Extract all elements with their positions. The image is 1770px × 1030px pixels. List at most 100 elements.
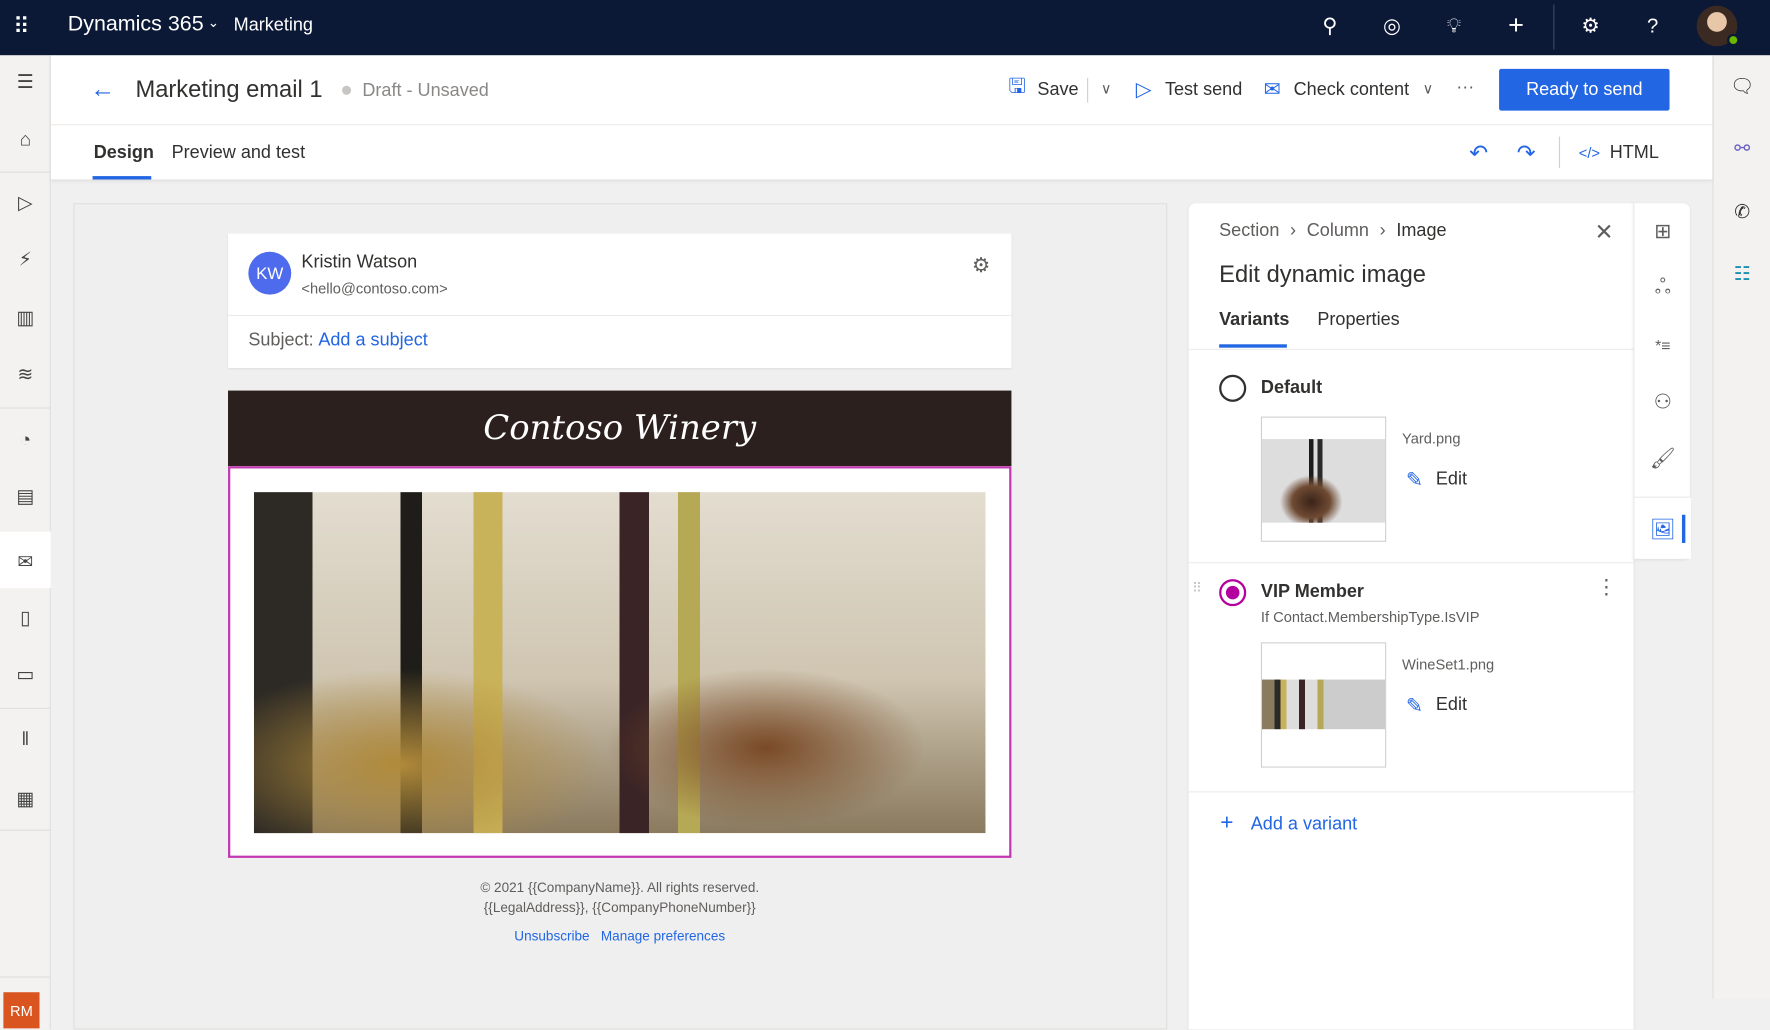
variant-default-radio[interactable] xyxy=(1219,374,1247,402)
save-icon[interactable]: 🖫︎ xyxy=(1005,75,1030,103)
top-bar: ⠿ Dynamics 365 ⌄ Marketing ⚲ ◎ 💡︎ + ⚙ ? xyxy=(0,0,1770,56)
presence-status-icon xyxy=(1727,33,1740,47)
analytics-icon[interactable]: ▥ xyxy=(0,296,51,341)
sender-avatar: KW xyxy=(248,251,292,295)
image-icon[interactable]: 🖼︎ xyxy=(1648,515,1677,544)
email-header-card: KW Kristin Watson <hello@contoso.com> ⚙ … xyxy=(228,233,1012,368)
breadcrumb-section[interactable]: Section xyxy=(1219,221,1279,240)
email-footer: © 2021 {{CompanyName}}. All rights reser… xyxy=(228,877,1011,946)
variant-default-filename: Yard.png xyxy=(1402,430,1461,448)
brand-banner[interactable]: Contoso Winery xyxy=(228,390,1012,467)
help-icon[interactable]: ? xyxy=(1637,10,1669,42)
task-check-icon[interactable]: ◎ xyxy=(1376,10,1408,42)
tab-variants[interactable]: Variants xyxy=(1219,310,1289,330)
lightbulb-icon[interactable]: 💡︎ xyxy=(1438,10,1470,42)
variant-default-edit-button[interactable]: Edit xyxy=(1436,470,1467,490)
settings-gear-icon[interactable]: ⚙ xyxy=(1575,10,1607,42)
status-dot-icon xyxy=(342,85,352,95)
panel-title: Edit dynamic image xyxy=(1219,261,1426,288)
triggers-icon[interactable]: ≋ xyxy=(0,352,51,397)
check-mail-icon[interactable]: ✉ xyxy=(1259,76,1286,103)
variant-vip-edit-button[interactable]: Edit xyxy=(1436,695,1467,715)
tab-properties[interactable]: Properties xyxy=(1317,310,1399,330)
breadcrumb-column[interactable]: Column xyxy=(1307,221,1369,240)
subject-label: Subject: xyxy=(248,330,314,350)
add-variant-button[interactable]: Add a variant xyxy=(1251,815,1357,835)
module-name: Marketing xyxy=(233,15,313,35)
breadcrumb-image: Image xyxy=(1396,221,1447,241)
play-icon[interactable]: ▷ xyxy=(0,181,51,226)
back-arrow-icon[interactable]: ← xyxy=(87,73,119,105)
add-icon[interactable]: + xyxy=(1220,810,1233,836)
test-send-button[interactable]: Test send xyxy=(1165,80,1242,100)
sender-settings-gear-icon[interactable]: ⚙ xyxy=(967,252,994,279)
breadcrumb: Section › Column › Image xyxy=(1219,221,1447,241)
required-list-icon[interactable]: *≡ xyxy=(1648,331,1677,360)
variant-vip-name: VIP Member xyxy=(1260,582,1364,602)
chat-icon[interactable]: 🗨︎ xyxy=(1714,67,1770,108)
journey-icon[interactable]: ⚡︎ xyxy=(0,237,51,282)
redo-icon[interactable]: ↷ xyxy=(1513,138,1540,167)
dynamic-image-block-selected[interactable] xyxy=(228,466,1012,858)
sender-name: Kristin Watson xyxy=(301,252,418,273)
plus-icon[interactable]: + xyxy=(1500,10,1532,42)
email-icon[interactable]: ✉ xyxy=(0,540,51,585)
code-icon[interactable]: </> xyxy=(1576,139,1603,166)
check-content-button[interactable]: Check content xyxy=(1294,80,1409,100)
right-rail: 🗨︎ ⚯ ✆ ☷ xyxy=(1712,55,1770,1000)
variant-more-icon[interactable]: ⋮ xyxy=(1596,576,1616,600)
tab-design[interactable]: Design xyxy=(94,143,154,163)
library-icon[interactable]: 𝍪 xyxy=(0,718,51,763)
dynamic-person-icon[interactable]: ⚇ xyxy=(1648,387,1677,416)
variant-default-name: Default xyxy=(1260,378,1323,398)
brand-logo-text: Contoso Winery xyxy=(483,408,757,449)
asset-settings-icon[interactable]: ▦ xyxy=(0,777,51,822)
styles-brush-icon[interactable]: 🖌︎ xyxy=(1648,444,1677,473)
variant-vip-condition: If Contact.MembershipType.IsVIP xyxy=(1260,608,1480,626)
variant-vip-radio[interactable] xyxy=(1219,579,1247,607)
variant-default-thumbnail[interactable] xyxy=(1260,416,1387,542)
app-name[interactable]: Dynamics 365 xyxy=(68,12,204,37)
properties-panel: Section › Column › Image ✕ Edit dynamic … xyxy=(1188,203,1634,1030)
footer-address: {{LegalAddress}}, {{CompanyPhoneNumber}} xyxy=(483,899,756,916)
wine-image xyxy=(253,492,986,834)
app-launcher-icon[interactable]: ⠿ xyxy=(5,9,39,43)
personalization-icon[interactable]: ஃ xyxy=(1648,273,1677,302)
save-options-chevron-icon[interactable]: ∨ xyxy=(1095,76,1118,103)
sms-icon[interactable]: ▯ xyxy=(0,596,51,641)
drag-handle-icon[interactable]: ⠿ xyxy=(1192,580,1202,596)
manage-preferences-link[interactable]: Manage preferences xyxy=(601,928,725,944)
selected-tool-indicator xyxy=(1681,514,1686,543)
check-content-chevron-icon[interactable]: ∨ xyxy=(1417,76,1440,103)
checklist-icon[interactable]: ☷ xyxy=(1714,254,1770,295)
push-notification-icon[interactable]: ▭ xyxy=(0,652,51,697)
footer-copyright: © 2021 {{CompanyName}}. All rights reser… xyxy=(480,879,760,896)
variant-vip-thumbnail[interactable] xyxy=(1260,642,1387,768)
segments-icon[interactable]: ◔ xyxy=(0,418,51,463)
left-navigation: ☰ ⌂ ▷ ⚡︎ ▥ ≋ ◔ ▤ ✉ ▯ ▭ 𝍪 ▦ RM xyxy=(0,55,51,1030)
home-icon[interactable]: ⌂ xyxy=(0,117,51,162)
save-button[interactable]: Save xyxy=(1037,80,1078,100)
add-element-icon[interactable]: ⊞ xyxy=(1648,217,1677,246)
chevron-down-icon[interactable]: ⌄ xyxy=(208,15,219,31)
connections-icon[interactable]: ⚯ xyxy=(1714,129,1770,170)
phone-icon[interactable]: ✆ xyxy=(1714,192,1770,233)
close-icon[interactable]: ✕ xyxy=(1591,218,1618,245)
send-icon[interactable]: ▷ xyxy=(1131,76,1156,103)
tool-rail: ⊞ ஃ *≡ ⚇ 🖌︎ 🖼︎ xyxy=(1633,203,1691,559)
area-switcher-badge[interactable]: RM xyxy=(3,992,40,1029)
more-options-button[interactable]: ··· xyxy=(1456,78,1474,98)
html-button[interactable]: HTML xyxy=(1610,143,1659,163)
page-title: Marketing email 1 xyxy=(135,76,323,103)
hamburger-menu-icon[interactable]: ☰ xyxy=(0,60,51,105)
search-icon[interactable]: ⚲ xyxy=(1314,10,1346,42)
forms-icon[interactable]: ▤ xyxy=(0,474,51,519)
ready-to-send-button[interactable]: Ready to send xyxy=(1499,68,1670,111)
unsubscribe-link[interactable]: Unsubscribe xyxy=(514,928,589,944)
tab-preview-and-test[interactable]: Preview and test xyxy=(172,143,306,163)
undo-icon[interactable]: ↶ xyxy=(1465,138,1492,167)
edit-pencil-icon[interactable]: ✎ xyxy=(1402,693,1427,718)
yard-image xyxy=(1262,439,1386,523)
subject-input[interactable]: Add a subject xyxy=(318,331,427,351)
edit-pencil-icon[interactable]: ✎ xyxy=(1402,467,1427,492)
